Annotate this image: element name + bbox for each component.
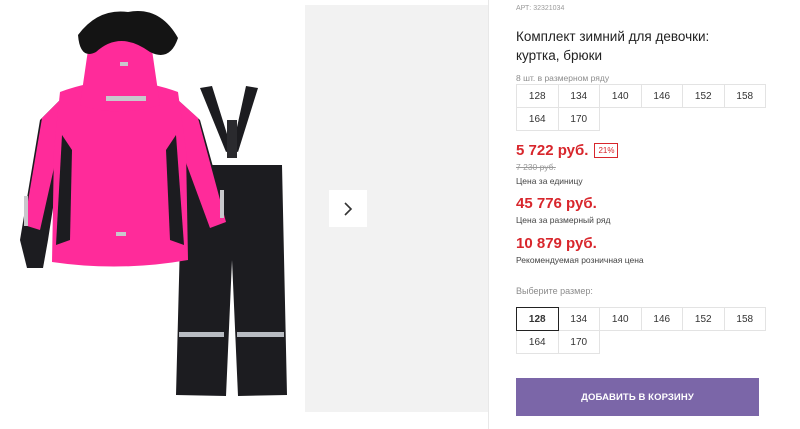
discount-badge: 21% <box>594 143 619 158</box>
size-option[interactable]: 158 <box>723 307 766 331</box>
product-gallery <box>0 0 488 429</box>
pack-size-cell: 152 <box>682 84 725 108</box>
next-image-button[interactable] <box>329 190 367 227</box>
unit-price-row: 5 722 руб. 21% <box>516 142 619 159</box>
pack-size-cell: 140 <box>599 84 642 108</box>
pack-size-cell: 134 <box>557 84 600 108</box>
size-option[interactable]: 134 <box>557 307 600 331</box>
choose-size-label: Выберите размер: <box>516 286 593 296</box>
size-option[interactable]: 152 <box>682 307 725 331</box>
unit-price: 5 722 руб. <box>516 142 589 159</box>
row-price-note: Цена за размерный ряд <box>516 215 611 225</box>
product-title: Комплект зимний для девочки: куртка, брю… <box>516 29 710 63</box>
size-option[interactable]: 170 <box>557 330 600 354</box>
pack-size-cell: 170 <box>557 107 600 131</box>
pack-label: 8 шт. в размерном ряду <box>516 73 610 83</box>
size-option[interactable]: 128 <box>516 307 559 331</box>
column-divider <box>488 0 489 429</box>
product-photo[interactable] <box>0 0 305 429</box>
size-option[interactable]: 164 <box>516 330 559 354</box>
size-option[interactable]: 140 <box>599 307 642 331</box>
add-to-cart-button[interactable]: ДОБАВИТЬ В КОРЗИНУ <box>516 378 759 416</box>
size-selector: 128 134 140 146 152 158 164 170 <box>516 307 766 354</box>
chevron-right-icon <box>344 201 353 216</box>
pack-size-grid: 128 134 140 146 152 158 164 170 <box>516 84 766 131</box>
pack-size-cell: 146 <box>640 84 683 108</box>
pack-size-cell: 128 <box>516 84 559 108</box>
old-price: 7 230 руб. <box>516 162 556 172</box>
pack-size-cell: 158 <box>723 84 766 108</box>
row-price: 45 776 руб. <box>516 195 597 212</box>
rrp-price-note: Рекомендуемая розничная цена <box>516 255 644 265</box>
unit-price-note: Цена за единицу <box>516 176 583 186</box>
pack-size-cell: 164 <box>516 107 559 131</box>
article-number: АРТ: 32321034 <box>516 5 565 12</box>
rrp-price: 10 879 руб. <box>516 235 597 252</box>
size-option[interactable]: 146 <box>640 307 683 331</box>
